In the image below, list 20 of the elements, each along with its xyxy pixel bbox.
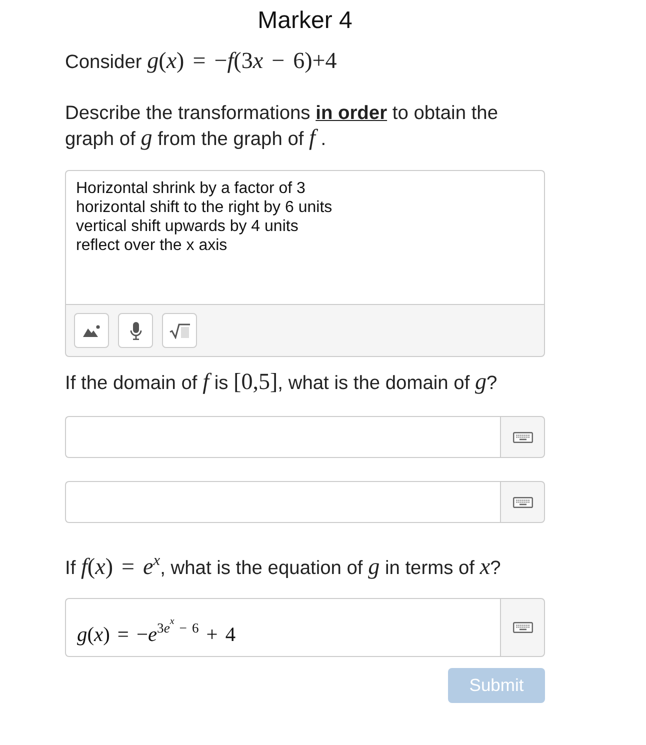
square-root-icon xyxy=(168,322,190,338)
keyboard-icon xyxy=(512,496,532,508)
page-title: Marker 4 xyxy=(256,8,354,34)
keyboard-button[interactable] xyxy=(500,481,545,523)
math-button[interactable] xyxy=(162,313,197,348)
question-text: If f(x) = e$^{x}$, what is the equation of g in terms of x? xyxy=(65,553,502,579)
keyboard-icon xyxy=(512,432,532,442)
keyboard-button[interactable] xyxy=(500,598,545,657)
microphone-icon xyxy=(130,322,142,340)
keyboard-button[interactable] xyxy=(500,416,545,458)
image-icon xyxy=(83,324,100,336)
keyboard-icon xyxy=(512,622,532,633)
answer-field[interactable]: Horizontal shrink by a factor of 3 horizontal shift to the right by 6 units vertical shift upwards by 4 units reflect over the x axis xyxy=(65,170,545,304)
question-text: If the domain of f is [0,5], what is the domain of g? xyxy=(65,370,498,396)
image-button[interactable] xyxy=(74,313,109,348)
answer-input[interactable] xyxy=(65,481,500,523)
question-text: Describe the transformations in order to obtain the graph of g from the graph of f . xyxy=(65,102,499,151)
microphone-button[interactable] xyxy=(118,313,153,348)
question-text: Consider g(x) = −f(3x − 6)+4 xyxy=(65,49,338,75)
answer-input[interactable] xyxy=(65,416,500,458)
